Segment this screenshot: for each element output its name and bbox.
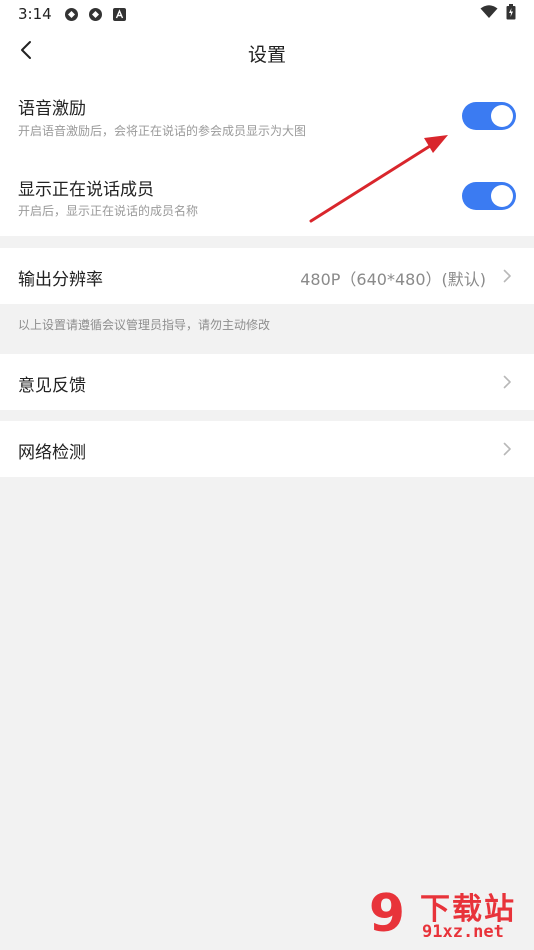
battery-icon <box>506 4 516 24</box>
setting-title: 语音激励 <box>18 99 86 119</box>
watermark-nine: 9 <box>368 884 406 944</box>
settings-note: 以上设置请遵循会议管理员指导，请勿主动修改 <box>18 318 271 332</box>
watermark-logo: 9 下载站 91xz.net <box>360 884 530 946</box>
status-bar: 3:14 <box>0 0 534 28</box>
status-time: 3:14 <box>18 5 52 23</box>
chevron-right-icon <box>500 442 514 456</box>
setting-title: 网络检测 <box>18 443 86 463</box>
output-resolution-row[interactable]: 输出分辨率 480P（640*480）(默认) <box>0 248 534 304</box>
a-notification-icon <box>112 7 127 22</box>
toggle-settings-card: 语音激励 开启语音激励后，会将正在说话的参会成员显示为大图 显示正在说话成员 开… <box>0 76 534 236</box>
toggle-knob <box>491 105 513 127</box>
setting-subtitle: 开启后，显示正在说话的成员名称 <box>18 204 199 218</box>
network-check-row[interactable]: 网络检测 <box>0 421 534 477</box>
chevron-right-icon <box>500 375 514 389</box>
show-speaking-toggle[interactable] <box>462 182 516 210</box>
page-title: 设置 <box>247 44 286 66</box>
toggle-knob <box>491 185 513 207</box>
feedback-row[interactable]: 意见反馈 <box>0 354 534 410</box>
watermark-url: 91xz.net <box>422 922 504 942</box>
resolution-value: 480P（640*480）(默认) <box>300 270 486 289</box>
sync-icon <box>64 7 79 22</box>
nav-bar: 设置 <box>0 28 534 76</box>
wifi-icon <box>480 5 498 23</box>
setting-title: 输出分辨率 <box>18 270 103 290</box>
chevron-right-icon <box>500 269 514 283</box>
setting-title: 显示正在说话成员 <box>18 180 154 200</box>
setting-title: 意见反馈 <box>18 376 86 396</box>
sync-icon <box>88 7 103 22</box>
status-right <box>480 4 516 24</box>
setting-subtitle: 开启语音激励后，会将正在说话的参会成员显示为大图 <box>18 124 307 138</box>
voice-motivation-toggle[interactable] <box>462 102 516 130</box>
